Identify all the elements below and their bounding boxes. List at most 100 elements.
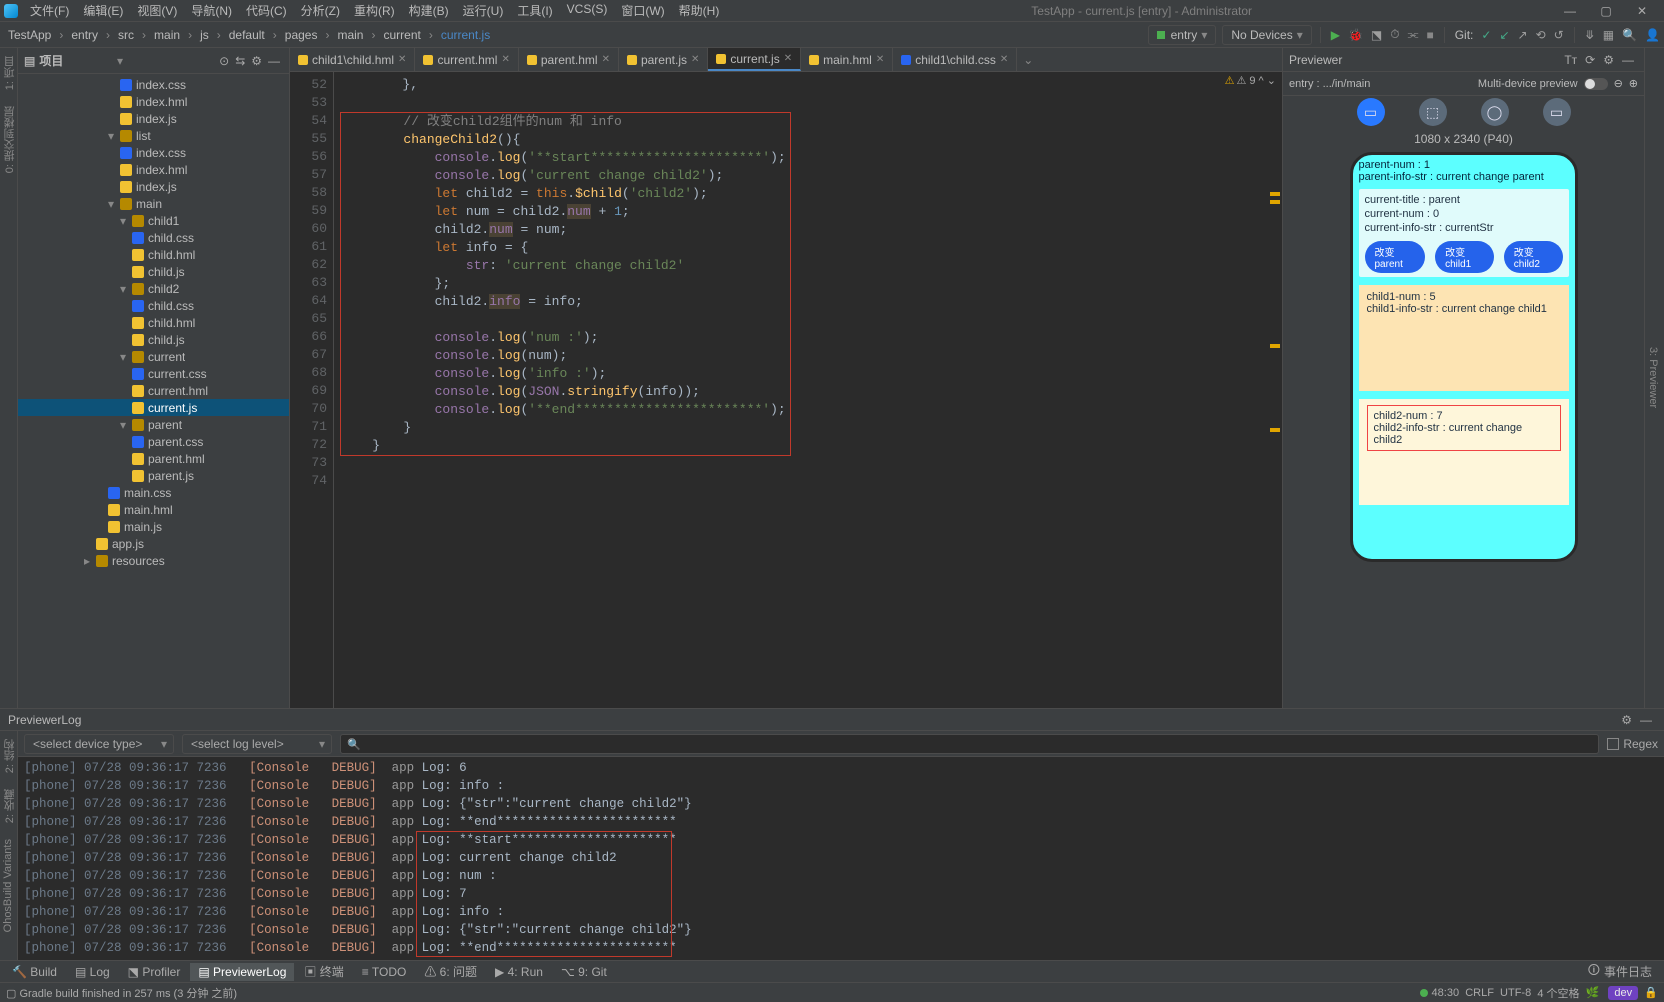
run-icon[interactable]: ▶: [1331, 28, 1340, 42]
tree-file[interactable]: child.hml: [18, 246, 289, 263]
font-icon[interactable]: Tт: [1560, 53, 1581, 67]
toolwindow-button[interactable]: ▶ 4: Run: [487, 963, 551, 981]
close-tab-icon[interactable]: ✕: [1000, 54, 1008, 65]
tree-folder[interactable]: child2: [18, 280, 289, 297]
menu-item[interactable]: 导航(N): [185, 0, 238, 21]
breadcrumb-item[interactable]: current: [379, 26, 424, 44]
menu-item[interactable]: 帮助(H): [673, 0, 726, 21]
zoom-out-icon[interactable]: ⊖: [1614, 77, 1623, 90]
vcs-push-icon[interactable]: ↗: [1518, 28, 1528, 42]
hide-icon[interactable]: —: [265, 54, 283, 68]
sync-icon[interactable]: ⤋: [1585, 28, 1595, 42]
coverage-icon[interactable]: ⬔: [1371, 28, 1382, 42]
menu-item[interactable]: 工具(I): [511, 0, 558, 21]
run-config-select[interactable]: entry▾: [1148, 25, 1217, 45]
gear-icon[interactable]: ⚙: [248, 54, 265, 68]
project-tree[interactable]: index.cssindex.hmlindex.jslistindex.cssi…: [18, 74, 289, 708]
tree-file[interactable]: current.hml: [18, 382, 289, 399]
breadcrumb-item[interactable]: default: [225, 26, 269, 44]
side-tab[interactable]: 3: Previewer: [1645, 48, 1661, 708]
preview-button[interactable]: 改变child1: [1435, 241, 1494, 273]
menu-item[interactable]: 重构(R): [348, 0, 401, 21]
tree-folder[interactable]: parent: [18, 416, 289, 433]
gear-icon[interactable]: ⚙: [1599, 53, 1618, 67]
tree-file[interactable]: index.js: [18, 110, 289, 127]
menu-item[interactable]: 构建(B): [403, 0, 455, 21]
menu-item[interactable]: 代码(C): [240, 0, 293, 21]
profile-icon[interactable]: ⏱: [1390, 27, 1399, 42]
device-phone-icon[interactable]: ▭: [1357, 98, 1385, 126]
tree-folder[interactable]: current: [18, 348, 289, 365]
editor-tab[interactable]: parent.hml✕: [519, 48, 619, 71]
tree-file[interactable]: index.hml: [18, 161, 289, 178]
hide-icon[interactable]: —: [1618, 53, 1638, 67]
tree-file[interactable]: parent.js: [18, 467, 289, 484]
breadcrumb-item[interactable]: main: [150, 26, 184, 44]
editor-tab[interactable]: current.js✕: [708, 48, 801, 71]
side-tab[interactable]: 0: 提交到楼层: [0, 98, 17, 181]
breadcrumb-item[interactable]: entry: [67, 26, 102, 44]
stop-icon[interactable]: ■: [1426, 28, 1433, 42]
tree-file[interactable]: current.js: [18, 399, 289, 416]
menu-item[interactable]: 视图(V): [131, 0, 183, 21]
avatar-icon[interactable]: 👤: [1645, 28, 1660, 42]
editor-tab[interactable]: main.hml✕: [801, 48, 893, 71]
editor-tab[interactable]: child1\child.css✕: [893, 48, 1017, 71]
multi-device-toggle[interactable]: [1584, 78, 1608, 90]
tree-file[interactable]: child.css: [18, 297, 289, 314]
inspection-badge[interactable]: ⚠ 9 ^ ⌄: [1225, 74, 1276, 87]
breadcrumb-item[interactable]: src: [114, 26, 138, 44]
breadcrumb-item[interactable]: current.js: [437, 26, 494, 44]
tree-file[interactable]: child.js: [18, 263, 289, 280]
tree-file[interactable]: index.hml: [18, 93, 289, 110]
tree-file[interactable]: index.css: [18, 76, 289, 93]
breadcrumb-item[interactable]: main: [333, 26, 367, 44]
structure-icon[interactable]: ▦: [1603, 28, 1614, 42]
tree-file[interactable]: parent.hml: [18, 450, 289, 467]
menu-item[interactable]: 分析(Z): [295, 0, 346, 21]
close-tab-icon[interactable]: ✕: [398, 54, 406, 65]
close-tab-icon[interactable]: ✕: [784, 53, 792, 64]
close-button[interactable]: ✕: [1630, 4, 1654, 18]
log-level-combo[interactable]: <select log level>: [182, 734, 332, 754]
side-tab[interactable]: 2: 收藏: [0, 781, 17, 831]
tree-file[interactable]: app.js: [18, 535, 289, 552]
regex-checkbox[interactable]: Regex: [1607, 737, 1658, 751]
preview-button[interactable]: 改变parent: [1365, 241, 1426, 273]
editor-tab[interactable]: current.hml✕: [415, 48, 518, 71]
toolwindow-button[interactable]: ▤ Log: [67, 963, 118, 981]
menu-item[interactable]: VCS(S): [561, 0, 614, 21]
side-tab[interactable]: 1: 项目: [0, 48, 17, 98]
toolwindow-button[interactable]: ⌥ 9: Git: [553, 963, 615, 981]
toolwindow-button[interactable]: 🔨 Build: [4, 963, 65, 981]
tree-file[interactable]: child.css: [18, 229, 289, 246]
side-tab[interactable]: OhosBuild Variants: [0, 831, 17, 940]
code-area[interactable]: }, // 改变child2组件的num 和 info changeChild2…: [334, 72, 1268, 708]
device-tv-icon[interactable]: ▭: [1543, 98, 1571, 126]
vcs-update-icon[interactable]: ✓: [1481, 28, 1491, 42]
tree-file[interactable]: main.hml: [18, 501, 289, 518]
lock-icon[interactable]: 🔒: [1644, 986, 1658, 999]
tree-file[interactable]: main.js: [18, 518, 289, 535]
vcs-history-icon[interactable]: ⟲: [1536, 28, 1546, 42]
tree-folder[interactable]: resources: [18, 552, 289, 569]
git-branch[interactable]: 🌿 dev: [1586, 986, 1639, 999]
more-tabs-icon[interactable]: ⌄: [1017, 48, 1039, 71]
minimize-button[interactable]: —: [1558, 4, 1582, 18]
breadcrumb-item[interactable]: js: [196, 26, 213, 44]
breadcrumb-item[interactable]: TestApp: [4, 26, 55, 44]
indent[interactable]: 4 个空格: [1537, 985, 1579, 1001]
close-tab-icon[interactable]: ✕: [501, 54, 509, 65]
tree-file[interactable]: index.js: [18, 178, 289, 195]
hide-icon[interactable]: —: [1636, 713, 1656, 727]
log-output[interactable]: [phone] 07/28 09:36:17 7236 [Console DEB…: [18, 757, 1664, 960]
error-stripe[interactable]: [1268, 72, 1282, 708]
select-file-icon[interactable]: ⊙: [216, 54, 232, 68]
editor-tab[interactable]: child1\child.hml✕: [290, 48, 415, 71]
device-select[interactable]: No Devices▾: [1222, 25, 1311, 45]
toolwindow-button[interactable]: ⬔ Profiler: [120, 963, 189, 981]
menu-item[interactable]: 文件(F): [24, 0, 75, 21]
refresh-icon[interactable]: ⟳: [1581, 53, 1599, 67]
tree-folder[interactable]: child1: [18, 212, 289, 229]
preview-button[interactable]: 改变child2: [1504, 241, 1563, 273]
